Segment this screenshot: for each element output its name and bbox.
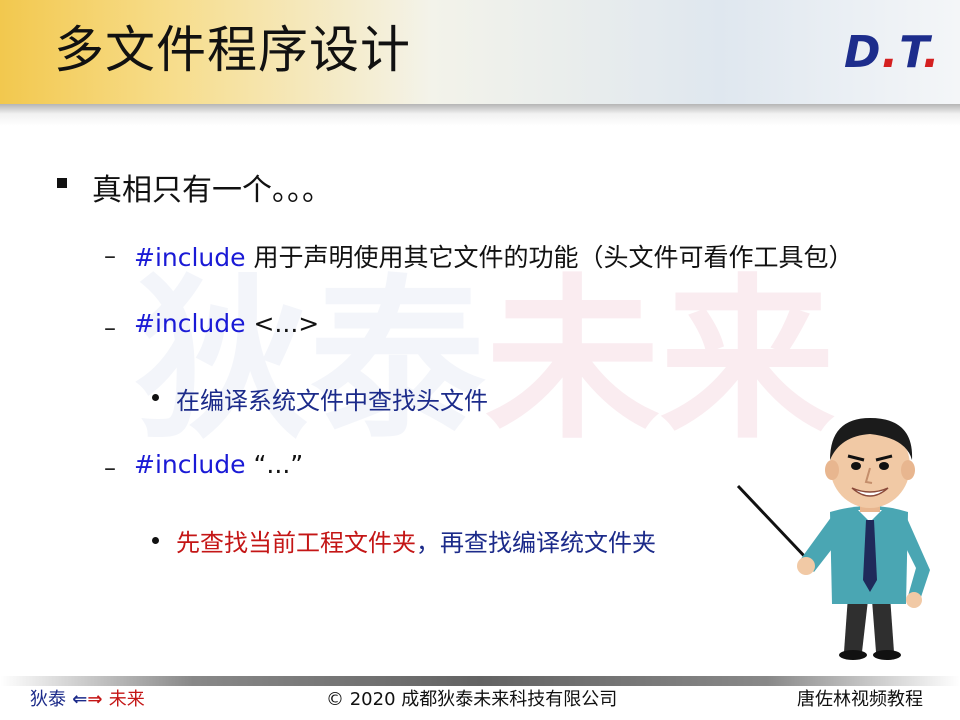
footer-divider (0, 676, 960, 686)
include-item-1: #include 用于声明使用其它文件的功能（头文件可看作工具包） (134, 243, 854, 272)
header-shadow (0, 104, 960, 126)
logo-letter-d: D (844, 27, 882, 78)
dt-logo: D.T. (844, 27, 941, 78)
footer-copyright: © 2020 成都狄泰未来科技有限公司 (326, 689, 618, 710)
arrow-right-icon: ⇒ (87, 689, 103, 710)
sub-item-project-search: 先查找当前工程文件夹，再查找编译统文件夹 (176, 529, 656, 557)
bullet-dash-icon: – (104, 314, 116, 342)
sub-item-system-search: 在编译系统文件中查找头文件 (176, 387, 488, 415)
bullet-dot-icon (152, 394, 159, 401)
main-bullet-text: 真相只有一个。。。 (92, 173, 332, 208)
footer-course-name: 唐佐林视频教程 (797, 689, 923, 710)
bullet-dash-icon: – (104, 242, 116, 270)
footer-left: 狄泰 ⇐⇒ 未来 (30, 689, 145, 710)
bullet-square-icon (57, 178, 67, 188)
arrow-left-icon: ⇐ (72, 689, 88, 710)
include-item-3: #include “...” (134, 450, 304, 479)
teacher-hand (797, 557, 815, 575)
teacher-leg-right (872, 596, 894, 652)
teacher-illustration (736, 418, 930, 660)
pointer-stick (736, 484, 810, 562)
include-item-2: #include <...> (134, 309, 320, 338)
bullet-dot-icon (152, 537, 159, 544)
bullet-dash-icon: – (104, 454, 116, 482)
slide-title: 多文件程序设计 (54, 21, 411, 79)
teacher-leg-left (844, 596, 868, 652)
logo-letter-t: T (899, 27, 923, 78)
